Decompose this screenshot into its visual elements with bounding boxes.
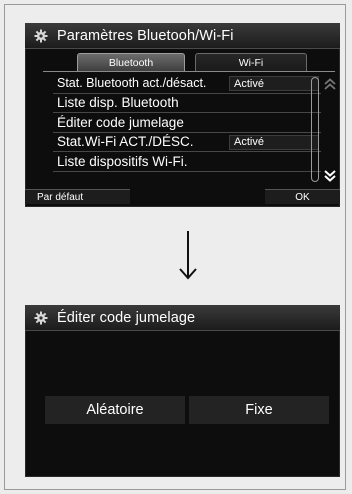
list-item-label: Éditer code jumelage [57,114,184,130]
list-item-value: Activé [229,76,319,91]
double-chevron-down-icon[interactable] [323,169,337,182]
title-bar: Éditer code jumelage [25,305,340,331]
bluetooth-wifi-settings-screen: Paramètres Bluetooh/Wi-Fi Bluetooth Wi-F… [25,23,340,207]
title-bar: Paramètres Bluetooh/Wi-Fi [25,23,340,49]
default-button[interactable]: Par défaut [25,189,130,204]
edit-pairing-code-screen: Éditer code jumelage Aléatoire Fixe [25,305,340,477]
screen-title: Éditer code jumelage [57,309,196,326]
ok-button[interactable]: OK [265,189,340,204]
list-item[interactable]: Éditer code jumelage [53,113,321,133]
tab-bluetooth[interactable]: Bluetooth [77,53,185,71]
double-chevron-up-icon[interactable] [323,77,337,90]
scrollbar[interactable] [311,77,319,182]
gear-icon [34,29,48,43]
list-item-label: Liste dispositifs Wi-Fi. [57,153,188,169]
list-item[interactable]: Stat. Bluetooth act./désact. Activé [53,74,321,94]
list-item[interactable]: Liste dispositifs Wi-Fi. [53,152,321,172]
fixed-code-button[interactable]: Fixe [189,396,329,424]
list-item-label: Liste disp. Bluetooth [57,95,179,111]
bottom-bar: Par défaut OK [25,187,340,207]
random-code-button[interactable]: Aléatoire [45,396,185,424]
list-item-label: Stat.Wi-Fi ACT./DÉSC. [57,134,194,150]
page-frame: Paramètres Bluetooh/Wi-Fi Bluetooth Wi-F… [4,4,346,490]
settings-list: Stat. Bluetooth act./désact. Activé List… [53,74,321,172]
gear-icon [34,311,48,325]
down-arrow-icon [177,229,199,281]
tab-bar: Bluetooth Wi-Fi [43,53,335,72]
list-item-value: Activé [229,134,319,150]
list-item[interactable]: Stat.Wi-Fi ACT./DÉSC. Activé [53,133,321,152]
tab-underline [43,71,335,72]
screen-title: Paramètres Bluetooh/Wi-Fi [57,27,234,44]
list-item[interactable]: Liste disp. Bluetooth [53,94,321,113]
list-item-label: Stat. Bluetooth act./désact. [57,76,207,91]
tab-wifi[interactable]: Wi-Fi [195,53,307,71]
